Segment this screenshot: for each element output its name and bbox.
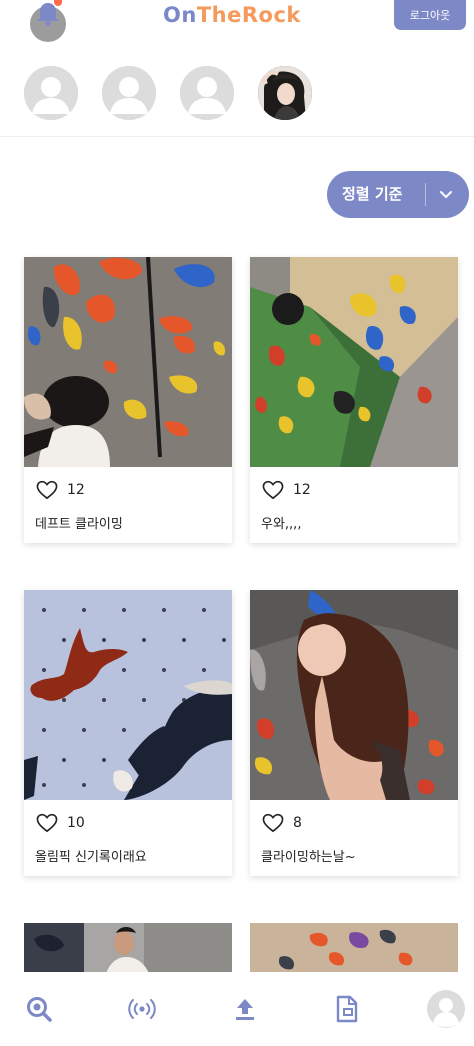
- story-row: [0, 66, 474, 126]
- logo-text-on: On: [163, 3, 197, 27]
- heart-icon[interactable]: [36, 813, 58, 833]
- post-card[interactable]: 10 올림픽 신기록이래요: [24, 590, 232, 876]
- user-photo-avatar: [258, 66, 312, 120]
- nav-profile[interactable]: [423, 972, 469, 1046]
- post-card[interactable]: 8 클라이밍하는날~: [250, 590, 458, 876]
- like-row: 12: [262, 479, 311, 501]
- document-icon: [336, 995, 358, 1023]
- heart-icon[interactable]: [262, 813, 284, 833]
- live-broadcast-icon: [128, 999, 156, 1019]
- default-avatar-icon: [102, 66, 156, 120]
- story-avatar[interactable]: [102, 66, 156, 120]
- post-card[interactable]: 12 우와,,,,: [250, 257, 458, 543]
- app-root: OnTheRock 로그아웃 정렬 기준 12 데프트 클라이밍 12 우와,,…: [0, 0, 474, 1046]
- post-caption: 우와,,,,: [261, 517, 302, 532]
- nav-live[interactable]: [119, 972, 165, 1046]
- nav-search[interactable]: [16, 972, 62, 1046]
- like-count: 10: [67, 815, 85, 831]
- logo-text-the: The: [196, 3, 242, 27]
- section-divider: [0, 136, 474, 137]
- post-image[interactable]: [24, 590, 232, 800]
- bottom-nav-bar: [0, 972, 474, 1046]
- post-caption: 올림픽 신기록이래요: [35, 850, 147, 865]
- like-count: 12: [67, 482, 85, 498]
- post-caption: 데프트 클라이밍: [35, 517, 123, 532]
- notification-button[interactable]: [28, 0, 68, 46]
- heart-icon[interactable]: [262, 480, 284, 500]
- logout-button[interactable]: 로그아웃: [394, 0, 466, 30]
- sort-button[interactable]: 정렬 기준: [327, 171, 469, 218]
- story-avatar[interactable]: [180, 66, 234, 120]
- nav-document[interactable]: [324, 972, 370, 1046]
- upload-icon: [236, 999, 254, 1020]
- profile-avatar-icon: [427, 990, 465, 1028]
- chevron-down-icon: [440, 191, 452, 198]
- nav-upload[interactable]: [222, 972, 268, 1046]
- post-card[interactable]: 12 데프트 클라이밍: [24, 257, 232, 543]
- post-caption: 클라이밍하는날~: [261, 850, 356, 865]
- post-image[interactable]: [250, 257, 458, 467]
- like-row: 12: [36, 479, 85, 501]
- like-row: 8: [262, 812, 302, 834]
- sort-label: 정렬 기준: [342, 185, 403, 203]
- heart-icon[interactable]: [36, 480, 58, 500]
- post-image[interactable]: [24, 257, 232, 467]
- search-icon: [27, 997, 52, 1022]
- post-image[interactable]: [250, 590, 458, 800]
- top-header: OnTheRock 로그아웃: [0, 0, 474, 48]
- app-logo[interactable]: OnTheRock: [163, 4, 301, 26]
- like-count: 12: [293, 482, 311, 498]
- story-avatar[interactable]: [24, 66, 78, 120]
- default-avatar-icon: [180, 66, 234, 120]
- default-avatar-icon: [24, 66, 78, 120]
- like-row: 10: [36, 812, 85, 834]
- sort-separator: [425, 183, 426, 206]
- story-avatar-photo[interactable]: [258, 66, 312, 120]
- logo-text-rock: Rock: [241, 3, 301, 27]
- like-count: 8: [293, 815, 302, 831]
